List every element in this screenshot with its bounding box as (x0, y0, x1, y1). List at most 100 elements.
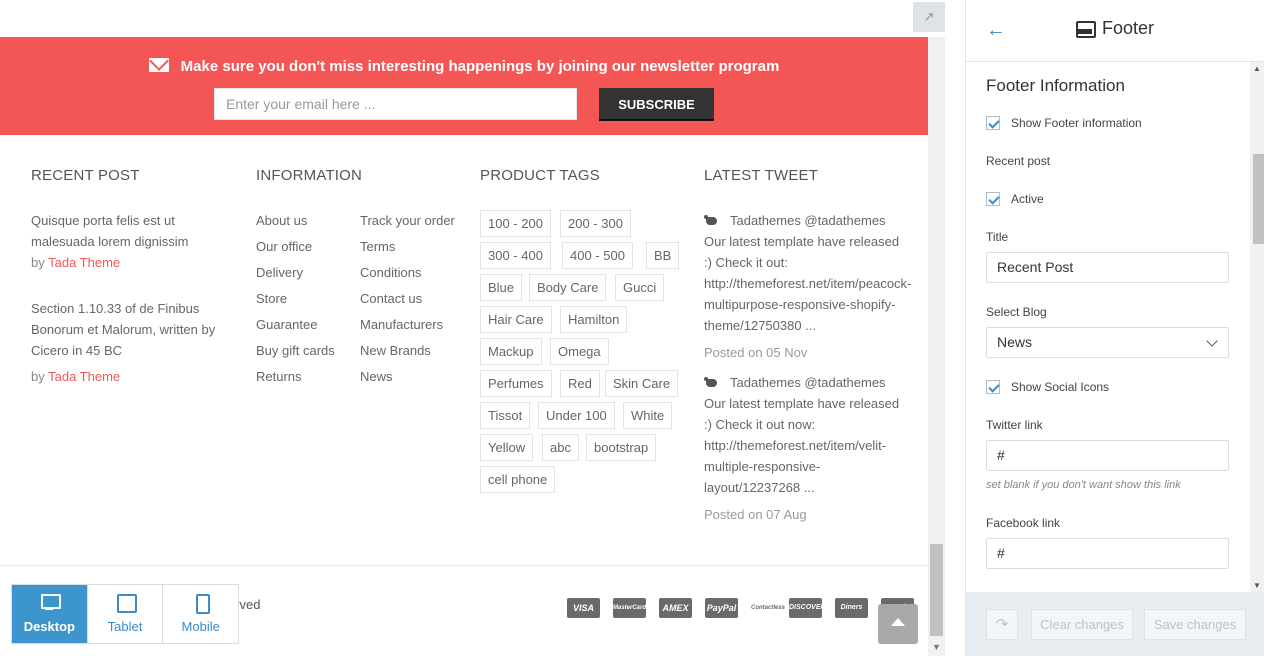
info-link[interactable]: Our office (256, 239, 312, 254)
info-link[interactable]: Store (256, 291, 287, 306)
post-item[interactable]: Section 1.10.33 of de Finibus Bonorum et… (31, 298, 215, 387)
scroll-up-arrow[interactable]: ▲ (1253, 64, 1261, 73)
newsletter-email-input[interactable]: Enter your email here ... (214, 88, 577, 120)
checkbox-checked[interactable] (986, 380, 1000, 394)
preview-area: ↗ Make sure you don't miss interesting h… (0, 0, 945, 656)
post-author-link[interactable]: Tada Theme (48, 255, 120, 270)
post-author-link[interactable]: Tada Theme (48, 369, 120, 384)
theme-customizer: ↗ Make sure you don't miss interesting h… (0, 0, 1264, 656)
title-label: Title (986, 230, 1009, 244)
desktop-button[interactable]: Desktop (12, 585, 88, 643)
panel-footer: ↷ Clear changes Save changes (966, 592, 1264, 656)
settings-panel: ← Footer Footer Information Show Footer … (965, 0, 1264, 656)
info-link[interactable]: Buy gift cards (256, 343, 335, 358)
clear-changes-button[interactable]: Clear changes (1031, 609, 1133, 640)
latest-tweet-title: LATEST TWEET (704, 167, 819, 184)
recent-post-label: Recent post (986, 154, 1051, 168)
tag-item[interactable]: 300 - 400 (480, 242, 551, 269)
twitter-link-label: Twitter link (986, 418, 1043, 432)
scroll-down-arrow[interactable]: ▼ (932, 642, 941, 652)
info-link[interactable]: New Brands (360, 343, 431, 358)
desktop-icon (12, 593, 87, 611)
amex-icon: AMEX (659, 598, 692, 618)
back-to-top-button[interactable] (878, 604, 918, 644)
save-changes-button[interactable]: Save changes (1144, 609, 1246, 640)
checkbox-checked[interactable] (986, 116, 1000, 130)
tag-item[interactable]: Body Care (529, 274, 607, 301)
select-blog-label: Select Blog (986, 305, 1047, 319)
info-link[interactable]: Returns (256, 369, 302, 384)
tag-item[interactable]: Gucci (615, 274, 665, 301)
mastercard-icon: MasterCard (613, 598, 646, 618)
newsletter-message: Make sure you don't miss interesting hap… (0, 58, 928, 75)
info-link[interactable]: Track your order (360, 213, 455, 228)
panel-title: Footer (1076, 18, 1154, 39)
tweet-link[interactable]: http://themeforest.net/item/peacock- (704, 273, 928, 294)
subscribe-button[interactable]: SUBSCRIBE (599, 88, 714, 121)
mobile-button[interactable]: Mobile (163, 585, 238, 643)
tag-item[interactable]: Skin Care (605, 370, 679, 397)
info-link[interactable]: News (360, 369, 393, 384)
scrollbar-thumb[interactable] (930, 544, 943, 636)
scroll-down-arrow[interactable]: ▼ (1253, 581, 1261, 590)
tag-item[interactable]: White (623, 402, 673, 429)
expand-preview-button[interactable]: ↗ (913, 2, 945, 32)
title-input[interactable]: Recent Post (986, 252, 1229, 283)
info-link[interactable]: Terms (360, 239, 395, 254)
tag-item[interactable]: BB (646, 242, 680, 269)
tweet-item: Tadathemes @tadathemes Our latest templa… (704, 210, 928, 363)
show-social-icons-checkbox[interactable]: Show Social Icons (986, 379, 1109, 395)
discover-icon: DISCOVER (789, 598, 826, 618)
tag-item[interactable]: Omega (550, 338, 609, 365)
twitter-link-input[interactable]: # (986, 440, 1229, 471)
tag-item[interactable]: Tissot (480, 402, 531, 429)
tag-item[interactable]: Perfumes (480, 370, 552, 397)
panel-header: ← Footer (966, 0, 1264, 62)
checkbox-checked[interactable] (986, 192, 1000, 206)
tag-item[interactable]: Red (560, 370, 600, 397)
recent-post-title: RECENT POST (31, 167, 140, 184)
preview-top-strip (0, 0, 928, 37)
preview-scrollbar[interactable]: ▼ (928, 37, 945, 656)
chevron-down-icon (1206, 335, 1218, 347)
tag-item[interactable]: Under 100 (538, 402, 615, 429)
tag-item[interactable]: Yellow (480, 434, 534, 461)
information-title: INFORMATION (256, 167, 363, 184)
tag-item[interactable]: Hair Care (480, 306, 552, 333)
panel-scrollbar[interactable]: ▲ ▼ (1250, 62, 1264, 592)
info-link[interactable]: Conditions (360, 265, 421, 280)
tablet-button[interactable]: Tablet (88, 585, 164, 643)
facebook-link-input[interactable]: # (986, 538, 1229, 569)
scrollbar-thumb[interactable] (1253, 154, 1264, 244)
section-title: Footer Information (986, 76, 1125, 95)
tag-item[interactable]: cell phone (480, 466, 556, 493)
info-link[interactable]: Manufacturers (360, 317, 443, 332)
tag-item[interactable]: Blue (480, 274, 523, 301)
back-arrow-icon[interactable]: ← (986, 20, 1006, 40)
facebook-link-label: Facebook link (986, 516, 1061, 530)
info-link[interactable]: Delivery (256, 265, 303, 280)
tweet-link[interactable]: http://themeforest.net/item/velit- (704, 435, 928, 456)
visa-icon: VISA (567, 598, 600, 618)
contactless-icon: Contactless (751, 598, 785, 618)
tag-item[interactable]: Hamilton (560, 306, 628, 333)
tag-item[interactable]: 100 - 200 (480, 210, 551, 237)
info-link[interactable]: Guarantee (256, 317, 317, 332)
product-tags-title: PRODUCT TAGS (480, 167, 600, 184)
tag-item[interactable]: abc (542, 434, 579, 461)
tag-item[interactable]: bootstrap (586, 434, 657, 461)
tag-item[interactable]: 400 - 500 (562, 242, 633, 269)
info-link[interactable]: About us (256, 213, 307, 228)
redo-icon[interactable]: ↷ (986, 609, 1018, 640)
mobile-icon (163, 593, 238, 614)
active-checkbox[interactable]: Active (986, 191, 1044, 207)
info-link[interactable]: Contact us (360, 291, 422, 306)
tag-item[interactable]: 200 - 300 (560, 210, 631, 237)
select-blog-dropdown[interactable]: News (986, 327, 1229, 358)
twitter-icon (704, 215, 718, 226)
show-footer-info-checkbox[interactable]: Show Footer information (986, 115, 1142, 131)
twitter-hint: set blank if you don't want show this li… (986, 479, 1181, 491)
tag-item[interactable]: Mackup (480, 338, 542, 365)
post-item[interactable]: Quisque porta felis est ut malesuada lor… (31, 210, 189, 273)
tweet-item: Tadathemes @tadathemes Our latest templa… (704, 372, 928, 525)
